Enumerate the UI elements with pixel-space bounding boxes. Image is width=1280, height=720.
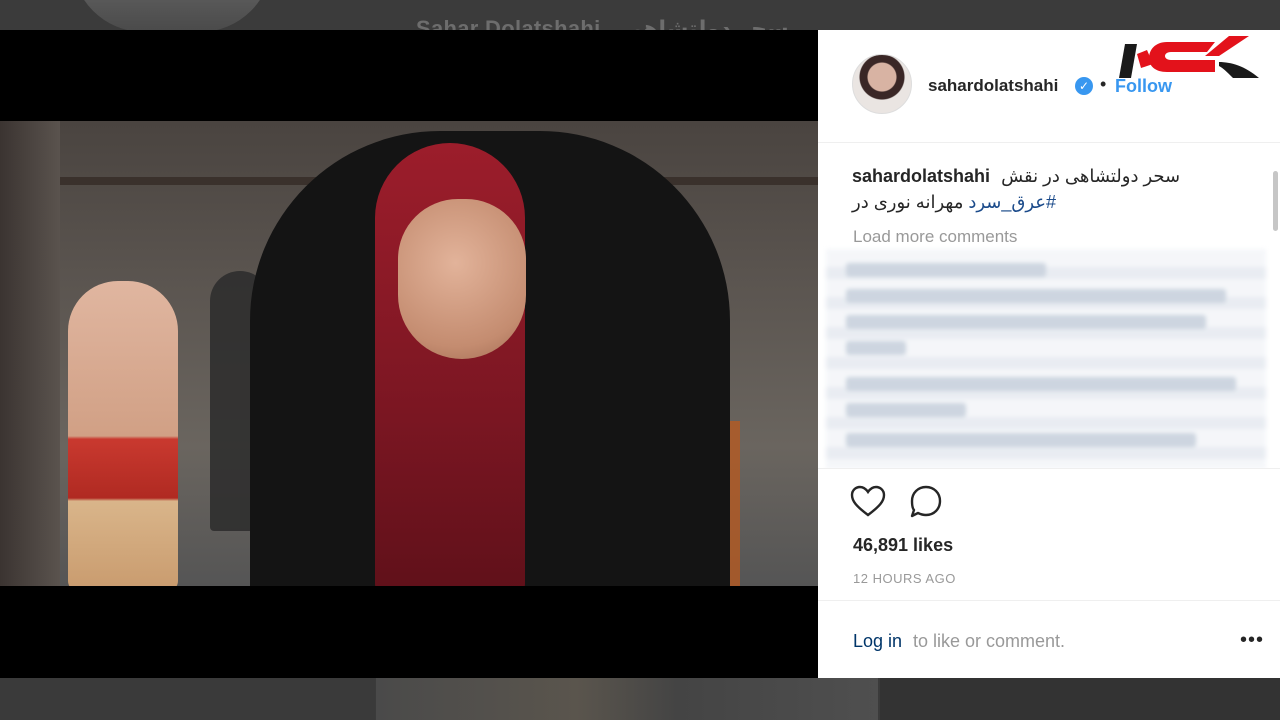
header-separator: • — [1100, 74, 1107, 94]
post-footer: Log in to like or comment. ••• — [818, 600, 1280, 678]
post-header: sahardolatshahi ✓ • Follow — [818, 30, 1280, 143]
post-media[interactable] — [0, 30, 818, 678]
comments-section[interactable]: sahardolatshahi سحر دولتشاهی در نقش مهرا… — [818, 143, 1280, 469]
post-sidebar: sahardolatshahi ✓ • Follow sahardolatsha… — [818, 30, 1280, 678]
caption-text-line1: سحر دولتشاهی در نقش — [1001, 166, 1181, 186]
heart-icon[interactable] — [848, 482, 888, 522]
comments-scrollbar[interactable] — [1273, 171, 1278, 231]
post-modal: sahardolatshahi ✓ • Follow sahardolatsha… — [0, 30, 1280, 678]
background-thumbnail[interactable] — [880, 678, 1280, 720]
post-username[interactable]: sahardolatshahi — [928, 76, 1058, 96]
screen: Sahar Dolatshahi سحر دولتشاهی sahardolat… — [0, 0, 1280, 720]
site-logo-icon — [1119, 36, 1259, 78]
background-thumbnail[interactable] — [0, 678, 375, 720]
blurred-comments — [826, 249, 1266, 468]
verified-badge-icon: ✓ — [1075, 77, 1093, 95]
post-timestamp[interactable]: 12 HOURS AGO — [853, 571, 956, 586]
load-more-comments-link[interactable]: Load more comments — [853, 227, 1017, 247]
caption-username[interactable]: sahardolatshahi — [852, 166, 990, 186]
photo-wall — [0, 121, 60, 586]
login-prompt-text: to like or comment. — [913, 631, 1066, 651]
caption-text-line2: مهرانه نوری در — [852, 192, 964, 212]
background-thumbnail[interactable] — [376, 678, 878, 720]
photo-raised-hand — [68, 281, 178, 586]
post-caption: sahardolatshahi سحر دولتشاهی در نقش مهرا… — [852, 163, 1252, 215]
background-avatar — [72, 0, 272, 32]
photo-face — [398, 199, 526, 359]
caption-hashtag[interactable]: #عرق_سرد — [968, 192, 1056, 212]
login-link[interactable]: Log in — [853, 631, 902, 652]
more-options-icon[interactable]: ••• — [1240, 629, 1264, 652]
post-photo[interactable] — [0, 121, 818, 586]
comment-bubble-icon[interactable] — [906, 482, 946, 522]
avatar[interactable] — [852, 54, 912, 114]
likes-count[interactable]: 46,891 likes — [853, 535, 953, 556]
